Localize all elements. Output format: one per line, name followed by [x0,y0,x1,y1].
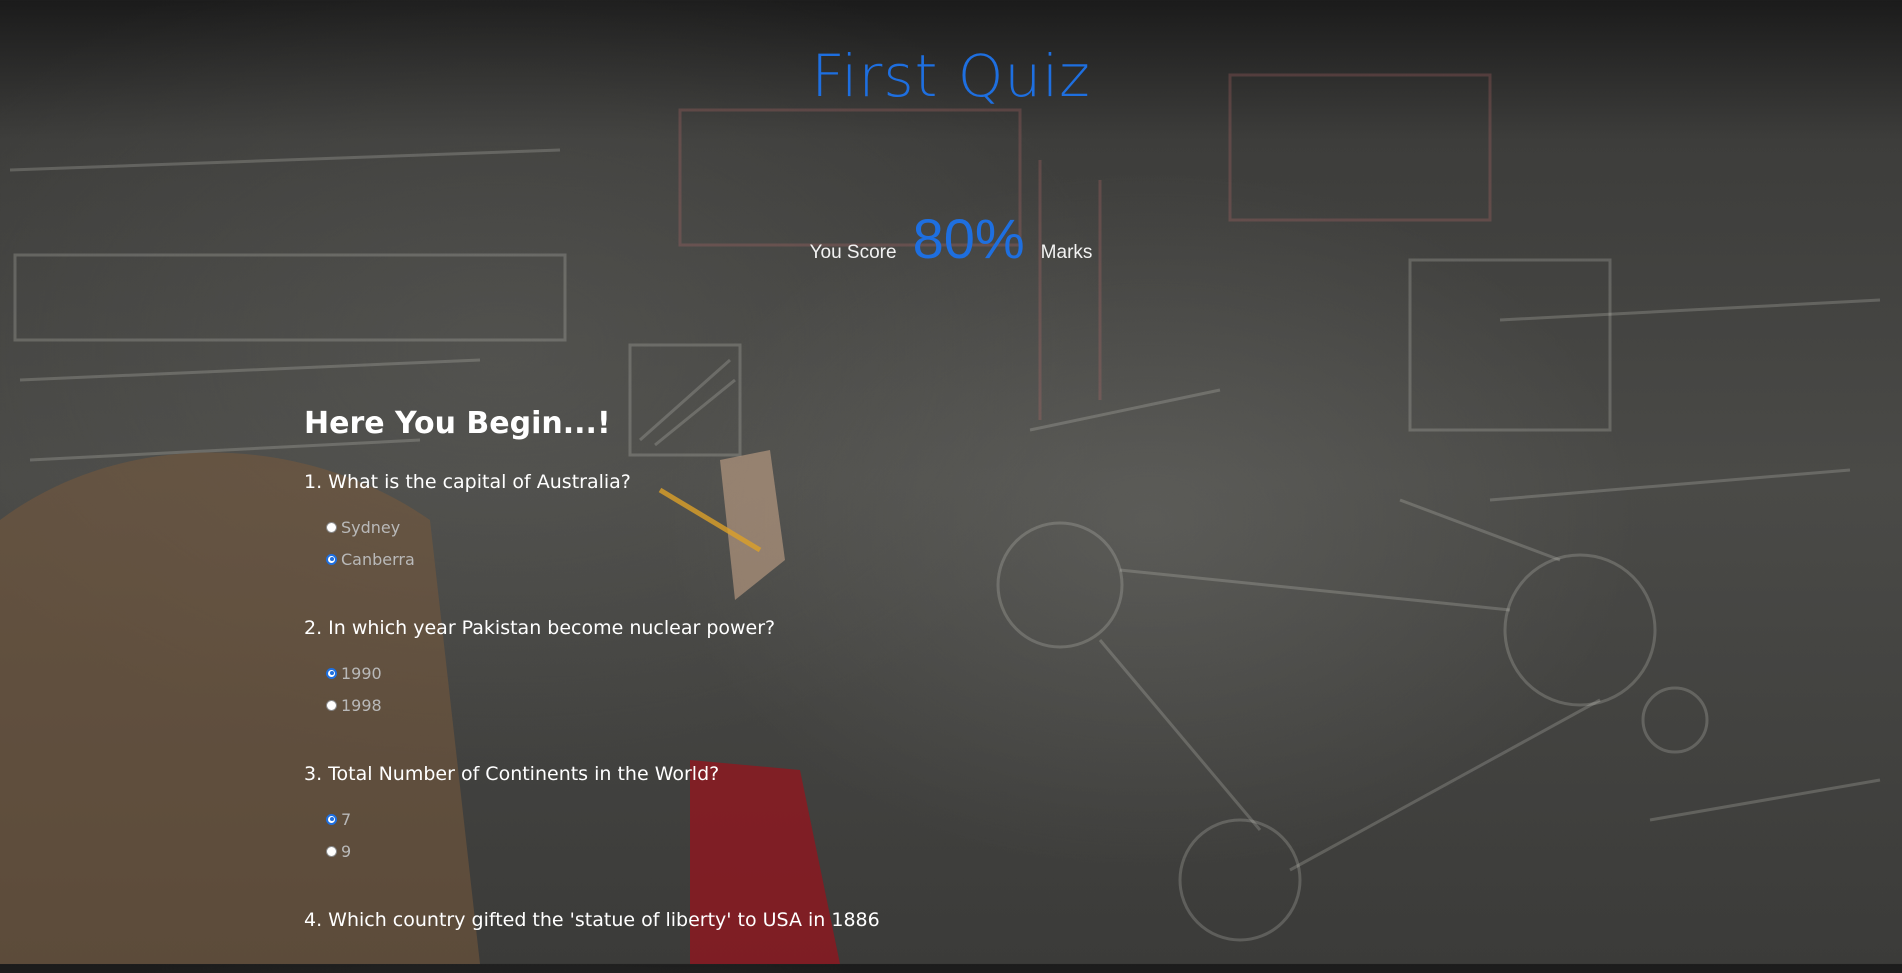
question-text: 1. What is the capital of Australia? [304,471,631,493]
question-text: 3. Total Number of Continents in the Wor… [304,763,720,785]
question-text: 2. In which year Pakistan become nuclear… [304,617,776,639]
radio-button[interactable] [326,521,337,533]
question-text: 4. Which country gifted the 'statue of l… [304,909,880,931]
option-label: Sydney [341,517,401,537]
page-title: First Quiz [811,42,1091,110]
option-7[interactable]: 7 [326,803,1204,835]
question-2: 2. In which year Pakistan become nuclear… [304,617,1204,721]
score-prefix: You Score [809,242,897,263]
option-label: 9 [341,841,352,861]
option-label: Canberra [341,549,415,569]
option-canberra[interactable]: Canberra [326,543,1204,575]
score-value: 80% [912,207,1025,270]
question-3: 3. Total Number of Continents in the Wor… [304,763,1204,867]
option-label: 1990 [341,663,382,683]
option-1998[interactable]: 1998 [326,689,1204,721]
option-9[interactable]: 9 [326,835,1204,867]
option-1990[interactable]: 1990 [326,657,1204,689]
radio-button[interactable] [326,699,337,711]
option-label: 7 [341,809,352,829]
radio-button[interactable] [326,845,337,857]
radio-button-selected[interactable] [326,553,337,565]
question-4: 4. Which country gifted the 'statue of l… [304,909,1204,931]
score-suffix: Marks [1040,242,1093,263]
quiz-form: Here You Begin...! 1. What is the capita… [304,406,1204,973]
quiz-heading: Here You Begin...! [304,406,611,441]
radio-button-selected[interactable] [326,667,337,679]
radio-button-selected[interactable] [326,813,337,825]
option-sydney[interactable]: Sydney [326,511,1204,543]
score-summary: You Score 80% Marks [0,206,1902,271]
option-label: 1998 [341,695,382,715]
question-1: 1. What is the capital of Australia? Syd… [304,471,1204,575]
